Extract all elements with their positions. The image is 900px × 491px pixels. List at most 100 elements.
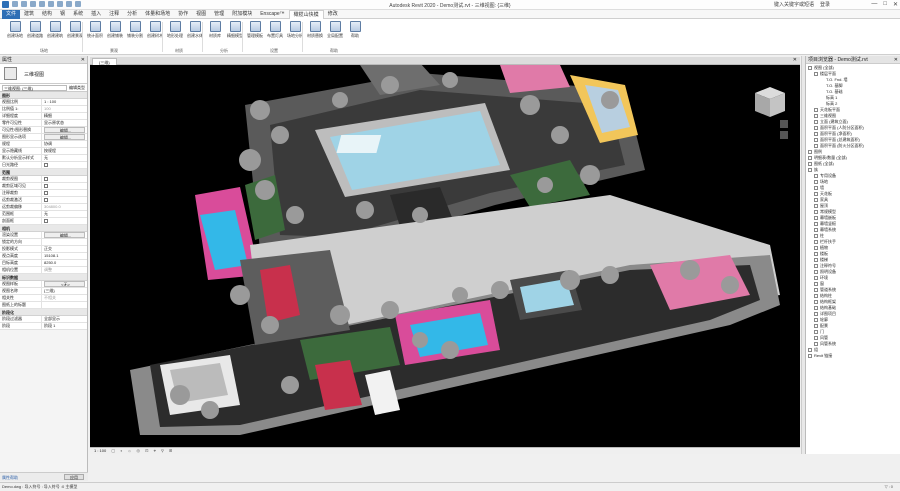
expand-icon[interactable] — [814, 294, 818, 298]
property-edit-button[interactable]: 编辑... — [44, 127, 85, 133]
view-scale[interactable]: 1 : 100 — [94, 448, 106, 454]
expand-icon[interactable] — [814, 258, 818, 262]
properties-help-link[interactable]: 属性帮助 — [2, 475, 18, 481]
sign-in-button[interactable]: 登录 — [820, 1, 830, 8]
collapse-icon[interactable] — [808, 168, 812, 172]
expand-icon[interactable] — [814, 108, 818, 112]
ribbon-button-2[interactable]: 创建建筑 — [44, 21, 66, 47]
tab-15[interactable]: 修改 — [324, 10, 342, 19]
expand-icon[interactable] — [814, 288, 818, 292]
property-value[interactable]: 显示原状态 — [42, 120, 87, 126]
navigation-bar[interactable] — [780, 120, 788, 139]
property-value[interactable]: 无 — [42, 211, 87, 217]
property-value[interactable] — [42, 176, 87, 182]
expand-icon[interactable] — [814, 312, 818, 316]
property-value[interactable] — [42, 197, 87, 203]
tab-6[interactable]: 注释 — [105, 10, 123, 19]
expand-icon[interactable] — [814, 174, 818, 178]
model-selector[interactable]: 主模型 — [65, 484, 77, 489]
property-value[interactable]: 8250.0 — [42, 260, 87, 266]
property-value[interactable] — [42, 302, 87, 308]
expand-icon[interactable] — [814, 138, 818, 142]
property-value[interactable]: 全部显示 — [42, 316, 87, 322]
property-value[interactable] — [42, 190, 87, 196]
expand-icon[interactable] — [814, 186, 818, 190]
ribbon-button-15[interactable]: 材质替换 — [304, 21, 326, 47]
expand-icon[interactable] — [814, 198, 818, 202]
property-section-header[interactable]: 相机 — [0, 225, 87, 232]
property-section-header[interactable]: 图形 — [0, 92, 87, 99]
property-edit-button[interactable]: 编辑... — [44, 134, 85, 140]
tab-11[interactable]: 管理 — [210, 10, 228, 19]
ribbon-button-10[interactable]: 材质库 — [204, 21, 226, 47]
ribbon-button-5[interactable]: 创建铺装 — [104, 21, 126, 47]
expand-icon[interactable] — [814, 342, 818, 346]
ribbon-button-1[interactable]: 创建道路 — [24, 21, 46, 47]
collapse-icon[interactable] — [814, 72, 818, 76]
expand-icon[interactable] — [814, 330, 818, 334]
expand-icon[interactable] — [814, 270, 818, 274]
expand-icon[interactable] — [814, 216, 818, 220]
property-value[interactable] — [42, 162, 87, 168]
expand-icon[interactable] — [814, 204, 818, 208]
property-value[interactable]: 协调 — [42, 141, 87, 147]
close-button[interactable]: ✕ — [893, 1, 898, 8]
property-value[interactable]: 阶段 1 — [42, 323, 87, 329]
tab-3[interactable]: 钢 — [56, 10, 69, 19]
expand-icon[interactable] — [814, 144, 818, 148]
close-icon[interactable]: ✕ — [894, 56, 898, 64]
expand-icon[interactable] — [814, 300, 818, 304]
tab-4[interactable]: 系统 — [69, 10, 87, 19]
property-checkbox[interactable] — [44, 218, 48, 223]
property-checkbox[interactable] — [44, 197, 48, 202]
property-edit-button[interactable]: 编辑... — [44, 232, 85, 238]
expand-icon[interactable] — [814, 252, 818, 256]
maximize-button[interactable]: □ — [883, 1, 887, 8]
property-value[interactable]: 无 — [42, 155, 87, 161]
expand-icon[interactable] — [814, 234, 818, 238]
expand-icon[interactable] — [814, 222, 818, 226]
expand-icon[interactable] — [808, 150, 812, 154]
tab-9[interactable]: 协作 — [174, 10, 192, 19]
ribbon-button-4[interactable]: 统计面积 — [84, 21, 106, 47]
ribbon-button-16[interactable]: 全局配置 — [324, 21, 346, 47]
expand-icon[interactable] — [814, 246, 818, 250]
close-view-icon[interactable]: ✕ — [793, 57, 797, 63]
property-checkbox[interactable] — [44, 176, 48, 181]
expand-icon[interactable] — [814, 126, 818, 130]
expand-icon[interactable] — [814, 276, 818, 280]
expand-icon[interactable] — [814, 282, 818, 286]
expand-icon[interactable] — [814, 114, 818, 118]
tab-2[interactable]: 结构 — [38, 10, 56, 19]
property-value[interactable]: 正交 — [42, 246, 87, 252]
expand-icon[interactable] — [814, 264, 818, 268]
property-section-header[interactable]: 范围 — [0, 169, 87, 176]
minimize-button[interactable]: — — [871, 1, 877, 8]
property-checkbox[interactable] — [44, 190, 48, 195]
expand-icon[interactable] — [814, 306, 818, 310]
tab-7[interactable]: 分析 — [123, 10, 141, 19]
expand-icon[interactable] — [814, 336, 818, 340]
property-checkbox[interactable] — [44, 183, 48, 188]
expand-icon[interactable] — [814, 318, 818, 322]
expand-icon[interactable] — [814, 120, 818, 124]
drawing-canvas[interactable] — [90, 65, 800, 447]
filter-count[interactable]: ▽:0 — [885, 483, 894, 491]
expand-icon[interactable] — [814, 324, 818, 328]
tab-0[interactable]: 文件 — [2, 9, 21, 19]
property-section-header[interactable]: 阶段化 — [0, 309, 87, 316]
instance-dropdown[interactable]: 三维视图: {三维} — [2, 84, 67, 91]
property-value[interactable]: 按规程 — [42, 148, 87, 154]
property-value[interactable]: 1 : 100 — [42, 99, 87, 105]
property-section-header[interactable]: 标识数据 — [0, 274, 87, 281]
tab-1[interactable]: 建筑 — [20, 10, 38, 19]
edit-type-button[interactable]: 编辑类型 — [69, 85, 85, 91]
property-checkbox[interactable] — [44, 162, 48, 167]
tab-10[interactable]: 视图 — [192, 10, 210, 19]
expand-icon[interactable] — [814, 192, 818, 196]
close-icon[interactable]: ✕ — [81, 56, 85, 64]
browser-tree-item[interactable]: Revit 链接 — [806, 353, 900, 359]
expand-icon[interactable] — [808, 354, 812, 358]
tab-13[interactable]: Enscape™ — [256, 10, 288, 19]
tab-14[interactable]: 橄榄山快模 — [288, 9, 324, 19]
